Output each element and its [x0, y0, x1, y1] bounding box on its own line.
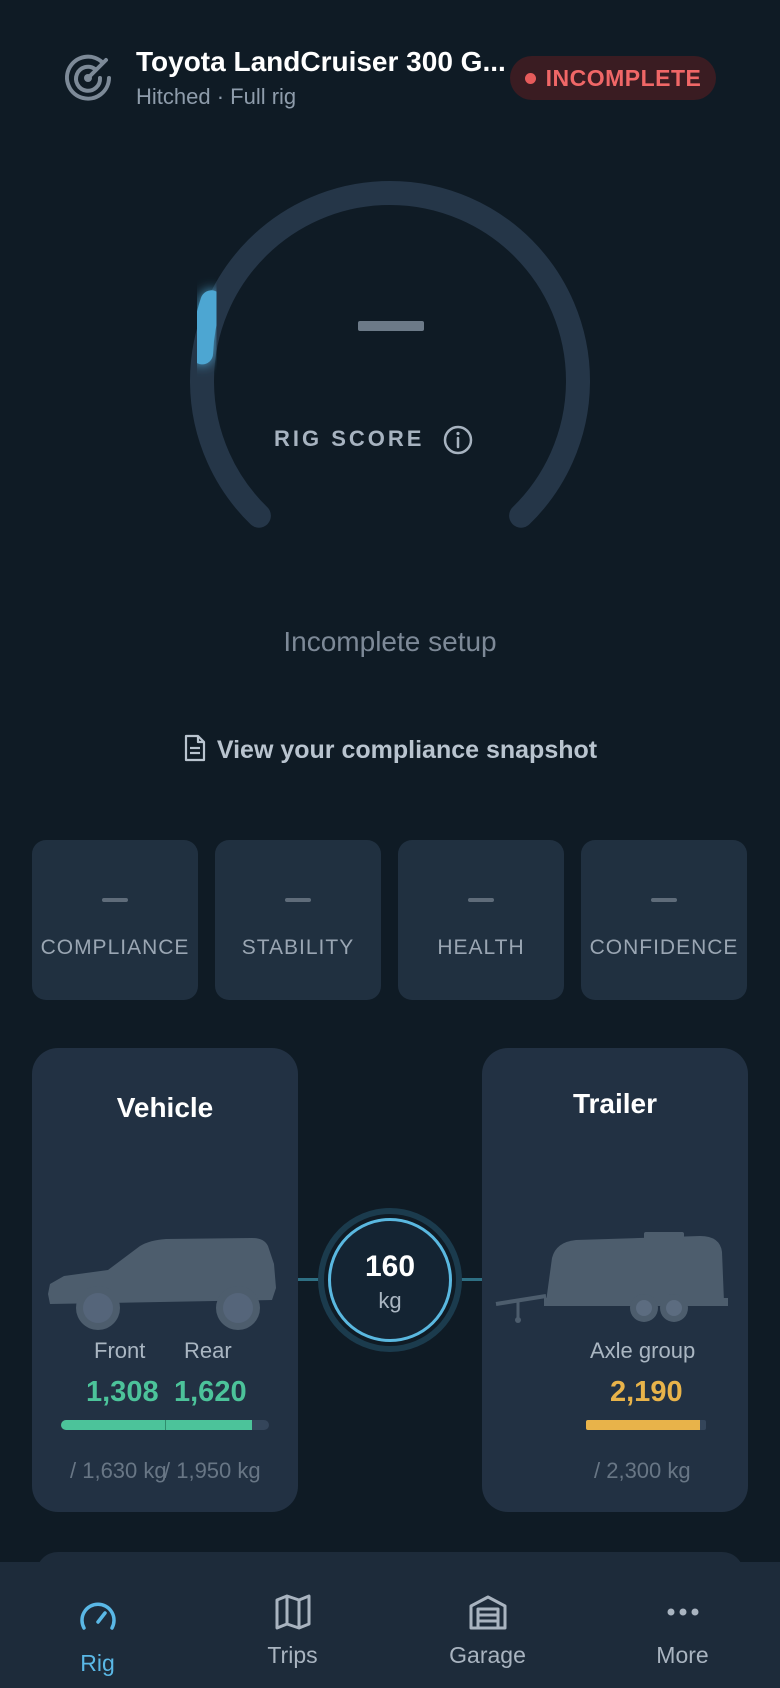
- map-icon: [273, 1592, 313, 1632]
- front-axle-bar: [61, 1420, 165, 1430]
- nav-trips-label: Trips: [267, 1642, 318, 1668]
- compliance-snapshot-link[interactable]: View your compliance snapshot: [0, 734, 780, 767]
- trailer-card[interactable]: Trailer Axle group 2,190 / 2,300 kg: [482, 1048, 748, 1512]
- ball-weight-indicator[interactable]: 160 kg: [324, 1214, 456, 1346]
- document-icon: [183, 734, 207, 767]
- radar-icon: [62, 52, 114, 104]
- metric-card-compliance[interactable]: COMPLIANCE: [32, 840, 198, 1000]
- vehicle-card[interactable]: Vehicle Front Rear 1,308 1,620 / 1,630 k…: [32, 1048, 298, 1512]
- metric-label: COMPLIANCE: [40, 936, 190, 959]
- gauge-fill: [191, 290, 223, 365]
- compliance-snapshot-label: View your compliance snapshot: [216, 736, 598, 764]
- metric-label: CONFIDENCE: [589, 936, 739, 959]
- gauge-track: [190, 180, 590, 528]
- speedometer-icon: [78, 1598, 118, 1638]
- axle-group-bar-fill: [586, 1420, 700, 1430]
- metric-card-health[interactable]: HEALTH: [398, 840, 564, 1000]
- metric-value: [468, 898, 494, 902]
- nav-more[interactable]: More: [585, 1562, 780, 1688]
- front-axle-value: 1,308: [86, 1376, 159, 1408]
- axle-group-label: Axle group: [590, 1338, 696, 1363]
- metric-label: HEALTH: [437, 936, 525, 959]
- rig-subtitle: Hitched · Full rig: [136, 84, 297, 109]
- axle-group-limit: / 2,300 kg: [594, 1458, 691, 1483]
- nav-rig-label: Rig: [80, 1650, 115, 1676]
- nav-trips[interactable]: Trips: [195, 1562, 390, 1688]
- trailer-card-title: Trailer: [572, 1088, 658, 1119]
- bottom-nav: Rig Trips Garage More: [0, 1562, 780, 1688]
- rig-score-value: [358, 321, 424, 331]
- metric-value: [285, 898, 311, 902]
- rear-axle-label: Rear: [184, 1338, 232, 1363]
- front-axle-limit: / 1,630 kg: [70, 1458, 167, 1483]
- rig-score-label: RIG SCORE: [274, 426, 425, 451]
- suv-icon: [42, 1228, 292, 1343]
- metric-card-stability[interactable]: STABILITY: [215, 840, 381, 1000]
- status-dot: [524, 72, 536, 84]
- status-badge: INCOMPLETE: [510, 56, 716, 100]
- metric-value: [651, 898, 677, 902]
- metric-card-confidence[interactable]: CONFIDENCE: [581, 840, 747, 1000]
- rear-axle-limit: / 1,950 kg: [164, 1458, 261, 1483]
- nav-garage-label: Garage: [449, 1642, 526, 1668]
- axle-load-bar: [61, 1420, 269, 1430]
- metric-value: [102, 898, 128, 902]
- nav-more-label: More: [656, 1642, 709, 1668]
- metric-label: STABILITY: [241, 936, 355, 959]
- rear-axle-value: 1,620: [174, 1376, 247, 1408]
- ball-weight-value: 160: [364, 1250, 416, 1283]
- rig-score-gauge: [180, 170, 600, 550]
- more-dots-icon: [663, 1592, 703, 1632]
- rear-axle-bar: [165, 1420, 253, 1430]
- vehicle-title[interactable]: Toyota LandCruiser 300 G...: [136, 46, 506, 78]
- front-axle-label: Front: [94, 1338, 146, 1363]
- axle-group-bar: [586, 1420, 706, 1430]
- garage-icon: [468, 1592, 508, 1632]
- axle-group-value: 2,190: [610, 1376, 683, 1408]
- nav-rig[interactable]: Rig: [0, 1562, 195, 1688]
- caravan-icon: [494, 1230, 744, 1335]
- score-status-text: Incomplete setup: [283, 626, 497, 657]
- nav-garage[interactable]: Garage: [390, 1562, 585, 1688]
- status-badge-label: INCOMPLETE: [545, 64, 702, 91]
- info-icon[interactable]: [442, 424, 474, 456]
- ball-weight-unit: kg: [378, 1288, 402, 1313]
- vehicle-card-title: Vehicle: [116, 1092, 214, 1123]
